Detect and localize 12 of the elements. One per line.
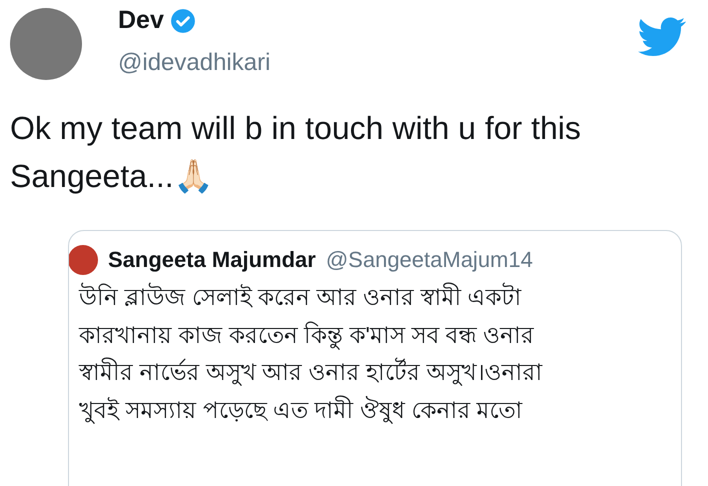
quoted-text-line: কারখানায় কাজ করতেন কিন্তু ক'মাস সব বন্ধ ওনার [79,316,681,354]
author-handle[interactable]: @idevadhikari [118,49,270,77]
author-name[interactable]: Dev [118,6,164,35]
quoted-author-name: Sangeeta Majumdar [108,247,316,273]
quoted-author-handle: @SangeetaMajum14 [326,247,533,273]
bird-logo-icon [638,17,686,57]
quoted-text-line: স্বামীর নার্ভের অসুখ আর ওনার হার্টের অসুখ।ওনারা [79,356,544,388]
tweet-text: Ok my team will b in touch with u for this Sangeeta...🙏🏻 [10,109,582,196]
quoted-tweet-card[interactable] [68,230,682,486]
quoted-text-line: খুবই সমস্যায় পড়েছে এত দামী ঔষুধ কেনার মতো [79,394,524,426]
quoted-text-line: উনি ব্লাউজ সেলাই করেন আর ওনার স্বামী একটা [79,282,523,312]
avatar-placeholder[interactable] [69,245,98,275]
